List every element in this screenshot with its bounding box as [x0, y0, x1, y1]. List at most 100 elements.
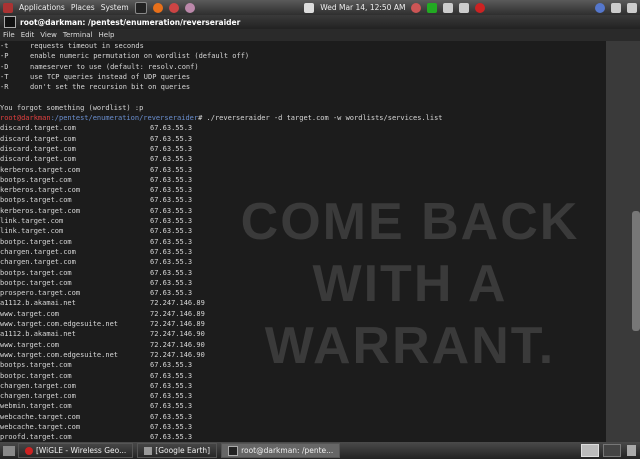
help-flag: -t: [0, 42, 9, 50]
help-line: -t requests timeout in seconds: [0, 41, 606, 51]
terminal-window-icon: [4, 16, 16, 28]
clock[interactable]: Wed Mar 14, 12:50 AM: [317, 3, 408, 12]
result-host: webcache.target.com: [0, 422, 81, 431]
help-desc: don't set the recursion bit on queries: [30, 83, 191, 92]
result-host: webcache.target.com: [0, 412, 81, 421]
notes-icon[interactable]: [304, 2, 315, 13]
result-ip: 72.247.146.90: [150, 330, 205, 339]
result-ip: 67.63.55.3: [150, 217, 193, 226]
result-ip: 67.63.55.3: [150, 392, 193, 401]
power-icon[interactable]: [475, 2, 486, 13]
terminal-icon: [228, 445, 239, 456]
app-launcher-icon[interactable]: [168, 2, 179, 13]
terminal-scrollbar[interactable]: [606, 41, 640, 442]
firefox-launcher-icon[interactable]: [152, 2, 163, 13]
help-flag: -P: [0, 52, 9, 61]
help-flag: -R: [0, 83, 9, 92]
task-google-earth[interactable]: [Google Earth]: [137, 443, 218, 458]
menu-view[interactable]: View: [37, 31, 60, 39]
error-line: You forgot something (wordlist) :p: [0, 103, 144, 112]
result-ip: 67.63.55.3: [150, 433, 193, 442]
result-row: chargen.target.com 67.63.55.3: [0, 247, 606, 257]
google-earth-icon: [144, 446, 153, 455]
result-ip: 67.63.55.3: [150, 361, 193, 370]
workspace-1[interactable]: [581, 444, 599, 457]
result-ip: 67.63.55.3: [150, 196, 193, 205]
tray-icon-3[interactable]: [595, 2, 605, 13]
menu-system[interactable]: System: [98, 3, 132, 12]
result-host: www.target.com.edgesuite.net: [0, 350, 119, 359]
menu-terminal[interactable]: Terminal: [60, 31, 96, 39]
result-ip: 72.247.146.90: [150, 350, 205, 359]
result-ip: 67.63.55.3: [150, 155, 193, 164]
tray-icon-5[interactable]: [627, 2, 637, 13]
result-row: link.target.com 67.63.55.3: [0, 216, 606, 226]
result-row: www.target.com 72.247.146.89: [0, 309, 606, 319]
command-line: root@darkman:/pentest/enumeration/revers…: [0, 113, 606, 123]
menu-edit[interactable]: Edit: [18, 31, 38, 39]
tray-icon-2[interactable]: [459, 2, 470, 13]
result-ip: 72.247.146.90: [150, 340, 205, 349]
result-row: discard.target.com 67.63.55.3: [0, 154, 606, 164]
user-icon[interactable]: [411, 2, 422, 13]
result-ip: 67.63.55.3: [150, 289, 193, 298]
result-host: link.target.com: [0, 227, 64, 236]
result-row: discard.target.com 67.63.55.3: [0, 123, 606, 133]
tray-icon-4[interactable]: [611, 2, 621, 13]
result-host: discard.target.com: [0, 124, 76, 133]
result-row: kerberos.target.com 67.63.55.3: [0, 206, 606, 216]
menu-file[interactable]: File: [0, 31, 18, 39]
terminal-output[interactable]: COME BACK WITH A WARRANT. -t requests tim…: [0, 41, 606, 442]
result-host: chargen.target.com: [0, 258, 76, 267]
wireless-icon[interactable]: [427, 2, 438, 13]
bottom-panel: [WiGLE - Wireless Geo... [Google Earth] …: [0, 442, 640, 459]
help-flag: -T: [0, 72, 9, 81]
terminal-launcher-icon[interactable]: [134, 1, 147, 14]
result-host: bootpc.target.com: [0, 237, 72, 246]
menu-applications[interactable]: Applications: [16, 3, 68, 12]
result-host: kerberos.target.com: [0, 186, 81, 195]
result-host: proofd.target.com: [0, 433, 72, 442]
result-ip: 72.247.146.89: [150, 309, 205, 318]
task-label: [Google Earth]: [155, 446, 211, 455]
help-line: -R don't set the recursion bit on queries: [0, 82, 606, 92]
menu-places[interactable]: Places: [68, 3, 98, 12]
result-row: kerberos.target.com 67.63.55.3: [0, 165, 606, 175]
result-row: a1112.b.akamai.net 72.247.146.89: [0, 298, 606, 308]
result-row: bootps.target.com 67.63.55.3: [0, 195, 606, 205]
result-host: www.target.com: [0, 340, 60, 349]
result-row: chargen.target.com 67.63.55.3: [0, 257, 606, 267]
help-line: -T use TCP queries instead of UDP queries: [0, 72, 606, 82]
result-ip: 67.63.55.3: [150, 165, 193, 174]
result-host: bootps.target.com: [0, 175, 72, 184]
result-ip: 67.63.55.3: [150, 237, 193, 246]
result-ip: 67.63.55.3: [150, 247, 193, 256]
wigle-icon: [25, 446, 33, 455]
window-titlebar[interactable]: root@darkman: /pentest/enumeration/rever…: [0, 15, 640, 29]
result-host: bootpc.target.com: [0, 371, 72, 380]
result-ip: 67.63.55.3: [150, 144, 193, 153]
result-ip: 72.247.146.89: [150, 320, 205, 329]
result-ip: 67.63.55.3: [150, 206, 193, 215]
result-ip: 67.63.55.3: [150, 175, 193, 184]
task-wigle[interactable]: [WiGLE - Wireless Geo...: [18, 443, 134, 458]
result-row: www.target.com.edgesuite.net 72.247.146.9…: [0, 350, 606, 360]
result-host: discard.target.com: [0, 134, 76, 143]
result-host: a1112.b.akamai.net: [0, 330, 76, 339]
trash-icon[interactable]: [627, 445, 636, 456]
result-row: a1112.b.akamai.net 72.247.146.90: [0, 329, 606, 339]
app-launcher-icon-2[interactable]: [184, 2, 195, 13]
prompt-user: root@darkman: [0, 114, 51, 123]
result-host: www.target.com: [0, 309, 60, 318]
result-host: kerberos.target.com: [0, 165, 81, 174]
command-text: # ./reverseraider -d target.com -w wordl…: [198, 114, 443, 123]
show-desktop-icon[interactable]: [3, 445, 15, 456]
applications-icon[interactable]: [3, 2, 13, 13]
scrollbar-thumb[interactable]: [632, 211, 640, 331]
task-terminal[interactable]: root@darkman: /pente...: [221, 443, 341, 458]
menu-help[interactable]: Help: [96, 31, 118, 39]
window-title: root@darkman: /pentest/enumeration/rever…: [20, 17, 241, 27]
workspace-2[interactable]: [603, 444, 621, 457]
result-row: proofd.target.com 67.63.55.3: [0, 432, 606, 442]
tray-icon-1[interactable]: [443, 2, 454, 13]
